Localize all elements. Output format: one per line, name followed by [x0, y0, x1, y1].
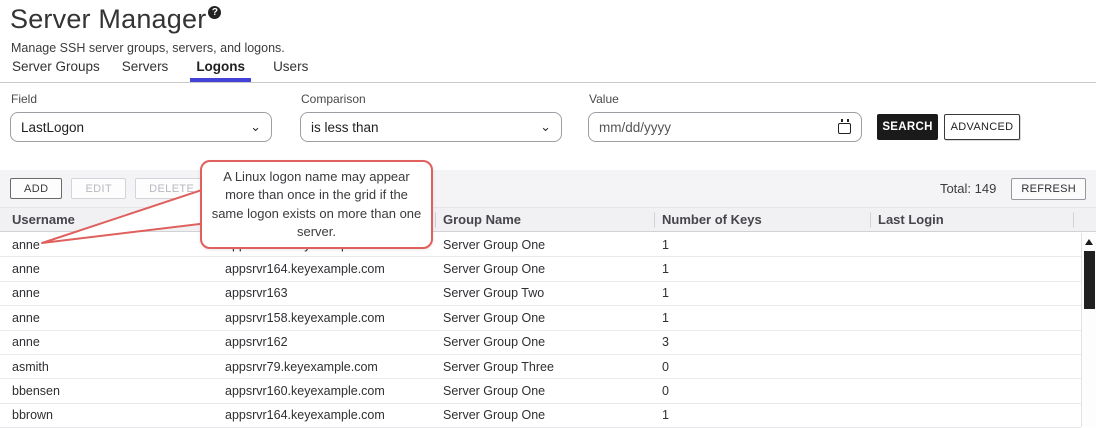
- value-label: Value: [589, 92, 862, 106]
- cell-username: anne: [12, 286, 225, 300]
- cell-username: anne: [12, 311, 225, 325]
- cell-server: appsrvr162: [225, 335, 443, 349]
- cell-username: bbrown: [12, 408, 225, 422]
- cell-group-name: Server Group One: [443, 384, 662, 398]
- total-count: Total: 149: [940, 181, 996, 196]
- tab-users[interactable]: Users: [273, 59, 308, 82]
- comparison-filter-group: Comparison is less than ⌄: [300, 92, 562, 142]
- cell-username: anne: [12, 335, 225, 349]
- page-subtitle: Manage SSH server groups, servers, and l…: [11, 41, 285, 55]
- cell-number-of-keys: 1: [662, 311, 878, 325]
- value-filter-group: Value: [588, 92, 862, 142]
- table-row[interactable]: bbrown appsrvr164.keyexample.com Server …: [0, 404, 1081, 428]
- refresh-button[interactable]: REFRESH: [1011, 178, 1086, 200]
- cell-server: appsrvr160.keyexample.com: [225, 384, 443, 398]
- vertical-scrollbar[interactable]: [1081, 233, 1096, 427]
- value-date-input[interactable]: [599, 120, 838, 135]
- column-header-last-login: Last Login: [878, 212, 1096, 227]
- server-manager-page: Server Manager? Manage SSH server groups…: [0, 0, 1096, 427]
- cell-group-name: Server Group One: [443, 335, 662, 349]
- tab-server-groups[interactable]: Server Groups: [12, 59, 100, 82]
- calendar-icon[interactable]: [838, 123, 851, 134]
- cell-number-of-keys: 1: [662, 238, 878, 252]
- scroll-up-icon[interactable]: [1085, 239, 1093, 245]
- table-row[interactable]: anne appsrvr163 Server Group Two 1: [0, 282, 1081, 306]
- page-title: Server Manager: [10, 4, 206, 34]
- tab-servers[interactable]: Servers: [122, 59, 169, 82]
- callout-text: A Linux logon name may appear more than …: [210, 168, 423, 242]
- value-date-control: [588, 112, 862, 142]
- chevron-down-icon: ⌄: [540, 122, 551, 132]
- field-label: Field: [11, 92, 272, 106]
- column-header-username: Username: [12, 212, 225, 227]
- add-button[interactable]: ADD: [10, 178, 62, 199]
- delete-button: DELETE: [135, 178, 208, 199]
- table-row[interactable]: asmith appsrvr79.keyexample.com Server G…: [0, 355, 1081, 379]
- cell-server: appsrvr158.keyexample.com: [225, 311, 443, 325]
- scrollbar-thumb[interactable]: [1084, 251, 1095, 309]
- grid-toolbar: ADD EDIT DELETE Total: 149 REFRESH: [0, 170, 1096, 208]
- cell-username: anne: [12, 238, 225, 252]
- chevron-down-icon: ⌄: [250, 122, 261, 132]
- comparison-label: Comparison: [301, 92, 562, 106]
- table-row[interactable]: anne appsrvr158.keyexample.com Server Gr…: [0, 306, 1081, 330]
- cell-group-name: Server Group One: [443, 408, 662, 422]
- table-row[interactable]: anne appsrvr162 Server Group One 3: [0, 331, 1081, 355]
- callout-annotation: A Linux logon name may appear more than …: [200, 160, 433, 249]
- cell-username: anne: [12, 262, 225, 276]
- cell-server: appsrvr163: [225, 286, 443, 300]
- field-select[interactable]: LastLogon ⌄: [10, 112, 272, 142]
- cell-group-name: Server Group One: [443, 262, 662, 276]
- cell-username: asmith: [12, 360, 225, 374]
- logons-grid: ADD EDIT DELETE Total: 149 REFRESH Usern…: [0, 170, 1096, 427]
- help-icon[interactable]: ?: [208, 6, 221, 19]
- cell-group-name: Server Group One: [443, 238, 662, 252]
- cell-number-of-keys: 0: [662, 360, 878, 374]
- field-filter-group: Field LastLogon ⌄: [10, 92, 272, 142]
- cell-number-of-keys: 0: [662, 384, 878, 398]
- tab-bar: Server Groups Servers Logons Users: [0, 58, 1096, 83]
- cell-number-of-keys: 1: [662, 408, 878, 422]
- table-row[interactable]: anne appsrvr161.keyexample.com Server Gr…: [0, 233, 1081, 257]
- page-header: Server Manager? Manage SSH server groups…: [10, 4, 285, 55]
- edit-button: EDIT: [71, 178, 126, 199]
- tab-logons[interactable]: Logons: [190, 59, 251, 82]
- table-row[interactable]: anne appsrvr164.keyexample.com Server Gr…: [0, 257, 1081, 281]
- cell-server: appsrvr79.keyexample.com: [225, 360, 443, 374]
- column-header-group-name: Group Name: [443, 212, 662, 227]
- cell-number-of-keys: 1: [662, 286, 878, 300]
- filter-bar: Field LastLogon ⌄ Comparison is less tha…: [0, 92, 1096, 150]
- cell-group-name: Server Group One: [443, 311, 662, 325]
- cell-number-of-keys: 1: [662, 262, 878, 276]
- table-row[interactable]: bbensen appsrvr160.keyexample.com Server…: [0, 379, 1081, 403]
- advanced-button[interactable]: ADVANCED: [944, 114, 1020, 140]
- column-header-number-of-keys: Number of Keys: [662, 212, 878, 227]
- grid-header-row: Username Group Name Number of Keys Last …: [0, 208, 1096, 232]
- comparison-select-value: is less than: [311, 120, 379, 135]
- cell-server: appsrvr164.keyexample.com: [225, 262, 443, 276]
- comparison-select[interactable]: is less than ⌄: [300, 112, 562, 142]
- cell-number-of-keys: 3: [662, 335, 878, 349]
- cell-username: bbensen: [12, 384, 225, 398]
- cell-group-name: Server Group Three: [443, 360, 662, 374]
- cell-group-name: Server Group Two: [443, 286, 662, 300]
- grid-body: anne appsrvr161.keyexample.com Server Gr…: [0, 233, 1081, 427]
- search-button[interactable]: SEARCH: [877, 114, 938, 140]
- field-select-value: LastLogon: [21, 120, 84, 135]
- cell-server: appsrvr164.keyexample.com: [225, 408, 443, 422]
